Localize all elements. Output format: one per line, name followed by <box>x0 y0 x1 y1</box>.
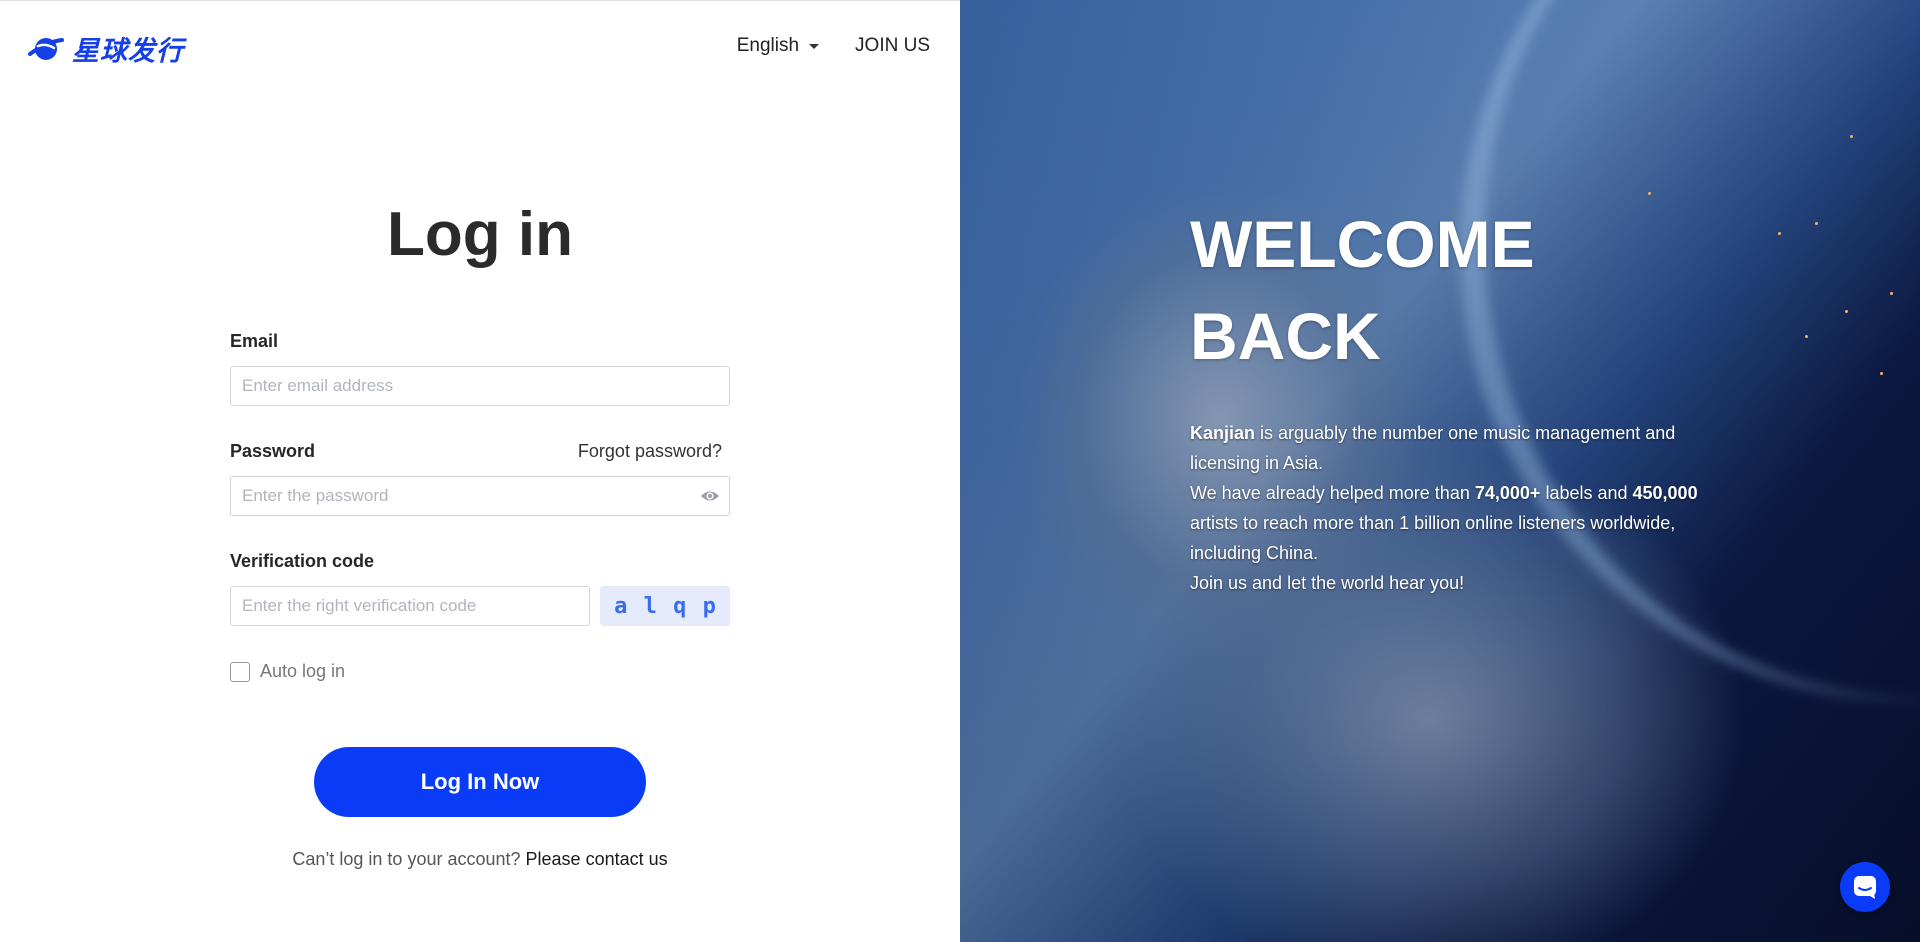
page-title: Log in <box>387 200 573 269</box>
help-text: Can’t log in to your account? Please con… <box>0 849 960 870</box>
desc-line-2c: artists to reach more than 1 billion onl… <box>1190 513 1676 563</box>
welcome-line-1: WELCOME <box>1190 207 1535 281</box>
captcha-char: q <box>673 593 687 619</box>
captcha-char: a <box>614 593 628 619</box>
auto-login-label[interactable]: Auto log in <box>260 661 345 682</box>
verification-label: Verification code <box>230 551 375 571</box>
brand-name: 星球发行 <box>72 36 184 67</box>
top-nav: English JOIN US <box>737 35 930 57</box>
desc-line-3: Join us and let the world hear you! <box>1190 573 1465 593</box>
captcha-char: p <box>702 593 716 619</box>
email-field[interactable] <box>230 366 730 406</box>
desc-line-2b: labels and <box>1540 483 1633 503</box>
desc-line-2a: We have already helped more than <box>1190 483 1475 503</box>
chat-icon <box>1854 876 1876 899</box>
eye-icon[interactable] <box>700 487 720 505</box>
welcome-description: Kanjian is arguably the number one music… <box>1190 418 1710 598</box>
login-pane: 星球发行 English JOIN US Log in Email Passwo… <box>0 0 960 942</box>
desc-line-1: is arguably the number one music managem… <box>1190 423 1676 473</box>
contact-us-link[interactable]: Please contact us <box>526 849 668 869</box>
password-label: Password <box>230 441 316 461</box>
forgot-password-link[interactable]: Forgot password? <box>578 441 722 462</box>
artists-count: 450,000 <box>1632 483 1698 503</box>
captcha-image[interactable]: a l q p <box>600 586 730 626</box>
email-block: Email <box>230 331 730 406</box>
language-label: English <box>736 35 800 56</box>
brand-highlight: Kanjian <box>1190 423 1256 443</box>
join-us-link[interactable]: JOIN US <box>855 35 930 57</box>
verification-code-field[interactable] <box>230 586 590 626</box>
planet-logo-icon <box>28 37 64 60</box>
chat-button[interactable] <box>1840 862 1890 912</box>
welcome-heading: WELCOME BACK <box>1190 198 1535 382</box>
welcome-panel: WELCOME BACK Kanjian is arguably the num… <box>960 0 1920 942</box>
auto-login-checkbox[interactable] <box>230 661 250 682</box>
welcome-line-2: BACK <box>1190 299 1381 373</box>
language-selector[interactable]: English <box>736 35 820 57</box>
auto-login-row: Auto log in <box>230 661 345 682</box>
verification-block: Verification code a l q p <box>230 551 730 626</box>
captcha-char: l <box>643 593 657 619</box>
password-block: Password Forgot password? <box>230 441 730 516</box>
caret-down-icon <box>809 43 820 49</box>
cant-login-text: Can’t log in to your account? <box>292 849 521 869</box>
login-button[interactable]: Log In Now <box>314 747 646 817</box>
password-field[interactable] <box>230 476 730 516</box>
email-label: Email <box>230 331 279 351</box>
brand-logo[interactable]: 星球发行 <box>28 29 184 68</box>
labels-count: 74,000+ <box>1474 483 1541 503</box>
